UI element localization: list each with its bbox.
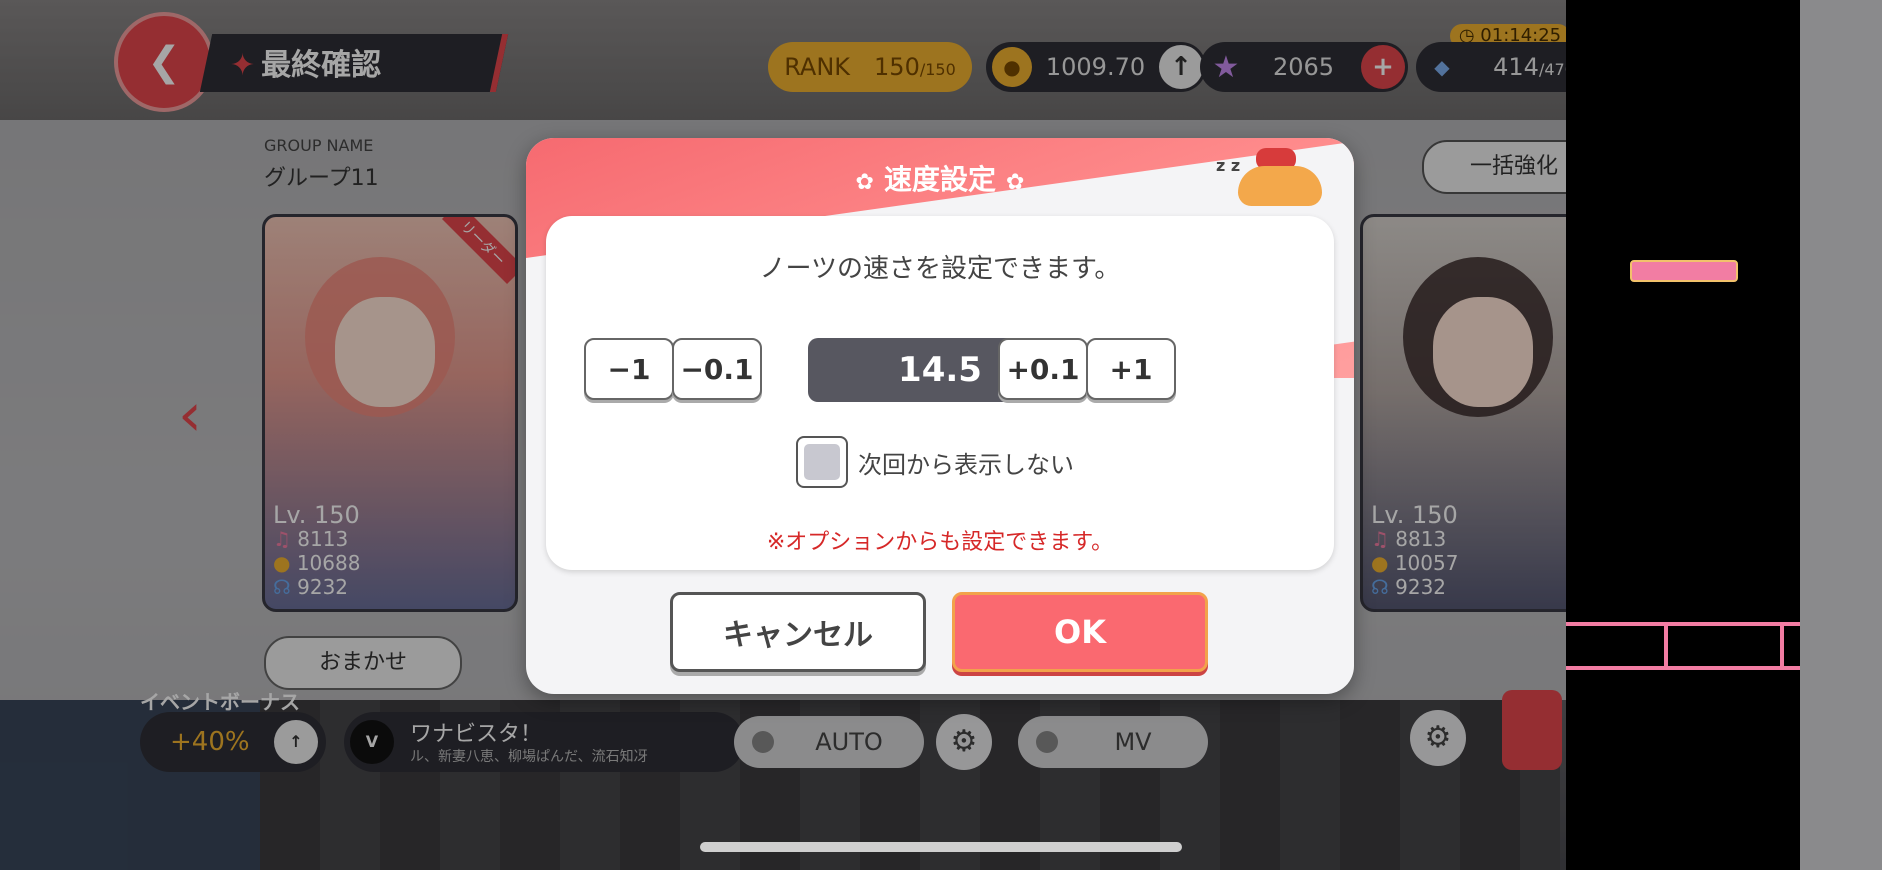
speed-settings-dialog: ✿ 速度設定 ✿ z z ノーツの速さを設定できます。 −1 −0.1 14.5 +… bbox=[526, 138, 1354, 694]
dont-show-again-row[interactable]: 次回から表示しない bbox=[796, 434, 1074, 490]
cancel-button[interactable]: キャンセル bbox=[670, 592, 926, 672]
options-note: ※オプションからも設定できます。 bbox=[766, 530, 1114, 555]
dialog-title-text: 速度設定 bbox=[883, 163, 996, 196]
dont-show-again-label: 次回から表示しない bbox=[858, 450, 1074, 479]
sleeping-mascot-icon: z z bbox=[1216, 142, 1326, 208]
speed-plus-0.1-button[interactable]: +0.1 bbox=[998, 338, 1088, 400]
speed-minus-0.1-button[interactable]: −0.1 bbox=[672, 338, 762, 400]
ok-button[interactable]: OK bbox=[952, 592, 1208, 672]
background-edge bbox=[1800, 0, 1882, 870]
speed-minus-1-button[interactable]: −1 bbox=[584, 338, 674, 400]
home-indicator[interactable] bbox=[700, 842, 1182, 852]
paw-icon: ✿ bbox=[855, 170, 874, 195]
dont-show-again-checkbox[interactable] bbox=[796, 436, 848, 488]
note-speed-preview bbox=[1566, 0, 1800, 870]
lane-divider bbox=[1780, 626, 1784, 670]
speed-plus-1-button[interactable]: +1 bbox=[1086, 338, 1176, 400]
lane-divider bbox=[1664, 626, 1668, 670]
paw-icon: ✿ bbox=[1006, 170, 1025, 195]
sleep-z-icon: z z bbox=[1216, 156, 1241, 175]
preview-note bbox=[1630, 260, 1738, 282]
dialog-description: ノーツの速さを設定できます。 bbox=[759, 254, 1121, 284]
dialog-body: ノーツの速さを設定できます。 −1 −0.1 14.5 +0.1 +1 次回から… bbox=[546, 216, 1334, 570]
checkbox-inner bbox=[804, 444, 840, 480]
judgement-line bbox=[1566, 622, 1800, 670]
mascot-body bbox=[1238, 166, 1322, 206]
